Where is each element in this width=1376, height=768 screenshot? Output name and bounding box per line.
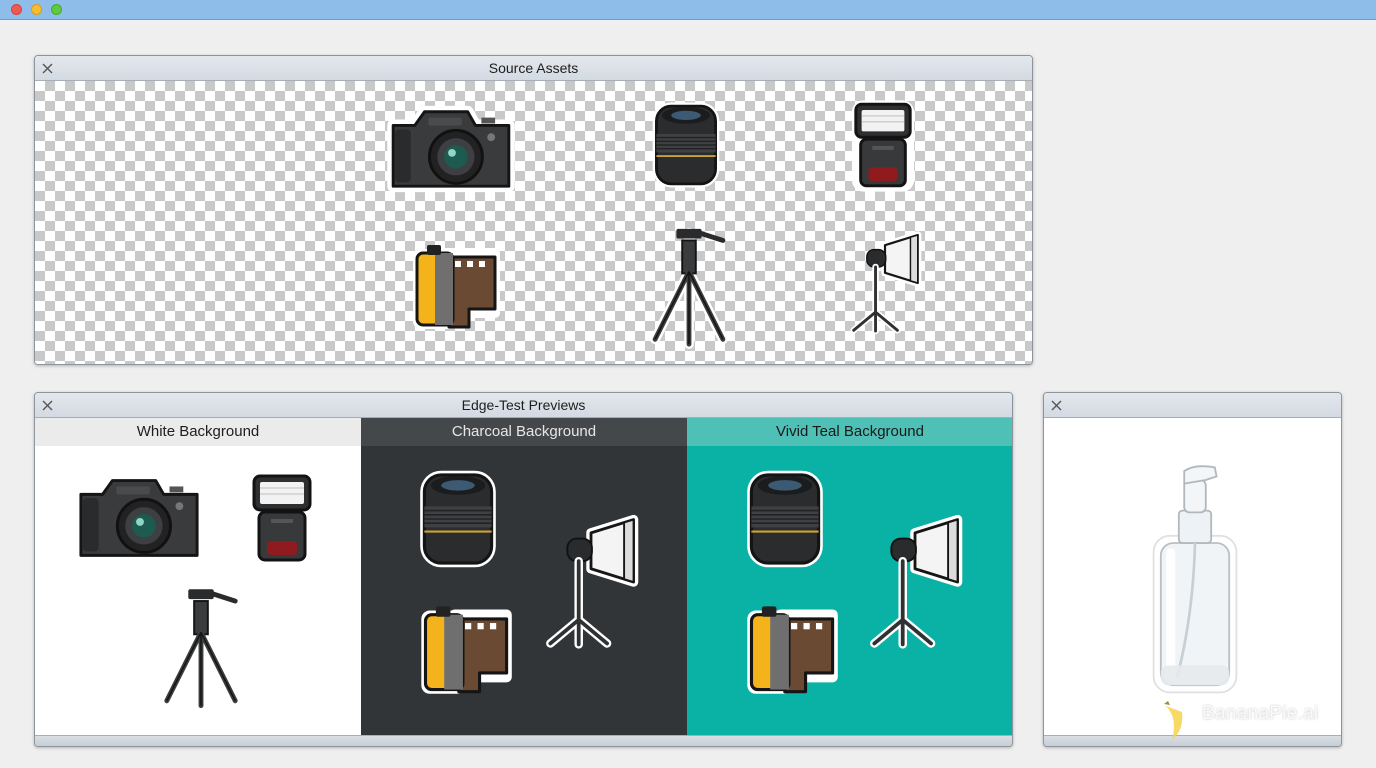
panel-header: Source Assets <box>35 56 1032 81</box>
softbox-light-icon[interactable] <box>845 215 925 351</box>
close-icon[interactable] <box>41 62 54 75</box>
film-roll-icon[interactable] <box>413 596 517 700</box>
panel-title: Source Assets <box>488 60 579 76</box>
charcoal-background-preview: Charcoal Background <box>361 418 687 735</box>
panel-header: Edge-Test Previews <box>35 393 1012 418</box>
preview-label: Vivid Teal Background <box>687 418 1012 446</box>
softbox-light-icon[interactable] <box>863 464 967 700</box>
panel-title: Edge-Test Previews <box>461 397 586 413</box>
close-window-button[interactable] <box>11 4 22 15</box>
white-background-preview: White Background <box>35 418 361 735</box>
banana-logo-icon <box>1164 701 1183 740</box>
camera-icon[interactable] <box>75 466 203 566</box>
minimize-window-button[interactable] <box>31 4 42 15</box>
tripod-icon[interactable] <box>645 223 733 349</box>
lens-icon[interactable] <box>416 466 500 572</box>
panel-footer <box>35 735 1012 746</box>
transparency-canvas <box>35 81 1032 364</box>
single-asset-preview-panel <box>1043 392 1342 747</box>
camera-icon[interactable] <box>387 98 515 196</box>
edge-test-previews-panel: Edge-Test Previews White Background Char… <box>34 392 1013 747</box>
close-icon[interactable] <box>1050 399 1063 412</box>
vivid-teal-background-preview: Vivid Teal Background <box>687 418 1012 735</box>
pump-bottle-icon[interactable] <box>1150 454 1240 704</box>
zoom-window-button[interactable] <box>51 4 62 15</box>
tripod-icon[interactable] <box>157 582 245 712</box>
panel-header <box>1044 393 1341 418</box>
source-assets-panel: Source Assets <box>34 55 1033 365</box>
watermark-text: BananaPie.ai <box>1202 703 1319 724</box>
preview-canvas <box>361 446 687 735</box>
softbox-light-icon[interactable] <box>539 464 643 700</box>
preview-label: Charcoal Background <box>361 418 687 446</box>
flash-icon[interactable] <box>247 468 317 570</box>
film-roll-icon[interactable] <box>739 596 843 700</box>
close-icon[interactable] <box>41 399 54 412</box>
lens-icon[interactable] <box>743 466 827 572</box>
lens-icon[interactable] <box>649 97 723 193</box>
preview-canvas <box>35 446 361 735</box>
preview-canvas <box>1044 418 1341 735</box>
preview-canvas <box>687 446 1012 735</box>
film-roll-icon[interactable] <box>405 235 505 335</box>
preview-label: White Background <box>35 418 361 446</box>
flash-icon[interactable] <box>849 97 917 195</box>
window-title-bar <box>0 0 1376 20</box>
